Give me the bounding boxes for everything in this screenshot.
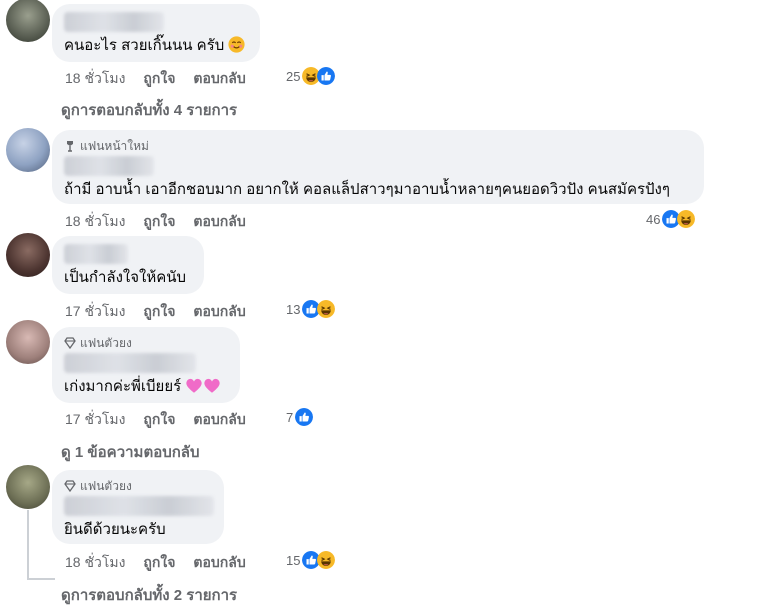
comment-actions: 18 ชั่วโมง ถูกใจ ตอบกลับ xyxy=(65,211,246,233)
pink-heart-emoji-icon xyxy=(186,378,203,393)
timestamp[interactable]: 18 ชั่วโมง xyxy=(65,211,125,233)
like-button[interactable]: ถูกใจ xyxy=(143,211,175,233)
reaction-summary[interactable]: 46 xyxy=(646,210,696,228)
comment-text: คนอะไร สวยเกิ๊นนน ครับ xyxy=(64,37,225,54)
comment-actions: 17 ชั่วโมง ถูกใจ ตอบกลับ xyxy=(65,409,246,431)
author-name-blurred[interactable] xyxy=(64,12,164,32)
pink-heart-emoji-icon xyxy=(204,378,221,393)
reaction-summary[interactable]: 15 xyxy=(286,551,336,569)
author-name-blurred[interactable] xyxy=(64,244,128,264)
fan-badge-label: แฟนตัวยง xyxy=(80,335,132,350)
view-replies-link[interactable]: ดูการตอบกลับทั้ง 2 รายการ xyxy=(61,583,237,607)
comment-bubble: แฟนตัวยง ยินดีด้วยนะครับ xyxy=(52,470,224,544)
like-button[interactable]: ถูกใจ xyxy=(143,68,175,90)
comment-text: ยินดีด้วยนะครับ xyxy=(64,521,166,538)
comment-actions: 18 ชั่วโมง ถูกใจ ตอบกลับ xyxy=(65,68,246,90)
reaction-summary[interactable]: 7 xyxy=(286,408,314,426)
haha-icon xyxy=(677,210,696,228)
haha-icon xyxy=(317,300,336,318)
smiling-face-emoji-icon xyxy=(228,36,245,53)
like-button[interactable]: ถูกใจ xyxy=(143,552,175,574)
reply-button[interactable]: ตอบกลับ xyxy=(193,409,245,431)
reaction-summary[interactable]: 13 xyxy=(286,300,336,318)
diamond-badge-icon xyxy=(64,480,76,492)
reaction-count: 25 xyxy=(286,68,301,84)
comment-bubble: คนอะไร สวยเกิ๊นนน ครับ xyxy=(52,4,260,62)
author-name-blurred[interactable] xyxy=(64,353,196,373)
reply-button[interactable]: ตอบกลับ xyxy=(193,301,245,323)
comment-bubble: แฟนหน้าใหม่ ถ้ามี อาบน้ำ เอาอีกชอบมาก อย… xyxy=(52,130,704,204)
fan-badge-label: แฟนตัวยง xyxy=(80,478,132,493)
like-button[interactable]: ถูกใจ xyxy=(143,409,175,431)
fan-badge-label: แฟนหน้าใหม่ xyxy=(80,138,149,153)
view-replies-link[interactable]: ดูการตอบกลับทั้ง 4 รายการ xyxy=(61,98,237,122)
reaction-summary[interactable]: 25 xyxy=(286,67,336,85)
timestamp[interactable]: 17 ชั่วโมง xyxy=(65,301,125,323)
comment-bubble: แฟนตัวยง เก่งมากค่ะพี่เบียยร์ xyxy=(52,327,240,403)
like-icon xyxy=(317,67,336,85)
diamond-badge-icon xyxy=(64,337,76,349)
reply-button[interactable]: ตอบกลับ xyxy=(193,552,245,574)
comment-text: เป็นกำลังใจให้คนับ xyxy=(64,269,187,286)
reaction-count: 46 xyxy=(646,211,661,227)
thread-line xyxy=(27,578,55,580)
comment-actions: 17 ชั่วโมง ถูกใจ ตอบกลับ xyxy=(65,301,246,323)
comment-text: ถ้ามี อาบน้ำ เอาอีกชอบมาก อยากให้ คอลแล็… xyxy=(64,181,670,198)
avatar[interactable] xyxy=(6,0,50,42)
timestamp[interactable]: 18 ชั่วโมง xyxy=(65,68,125,90)
avatar[interactable] xyxy=(6,233,50,277)
author-name-blurred[interactable] xyxy=(64,496,214,516)
reaction-count: 13 xyxy=(286,301,301,317)
avatar[interactable] xyxy=(6,128,50,172)
reaction-count: 7 xyxy=(286,409,294,425)
comment-text: เก่งมากค่ะพี่เบียยร์ xyxy=(64,378,182,395)
like-button[interactable]: ถูกใจ xyxy=(143,301,175,323)
view-replies-link[interactable]: ดู 1 ข้อความตอบกลับ xyxy=(61,440,200,464)
timestamp[interactable]: 17 ชั่วโมง xyxy=(65,409,125,431)
new-fan-badge-icon xyxy=(67,141,73,152)
reply-button[interactable]: ตอบกลับ xyxy=(193,211,245,233)
thread-line xyxy=(27,510,29,580)
comment-actions: 18 ชั่วโมง ถูกใจ ตอบกลับ xyxy=(65,552,246,574)
reply-button[interactable]: ตอบกลับ xyxy=(193,68,245,90)
haha-icon xyxy=(317,551,336,569)
author-name-blurred[interactable] xyxy=(64,156,154,176)
like-icon xyxy=(295,408,314,426)
comment-bubble: เป็นกำลังใจให้คนับ xyxy=(52,236,204,294)
timestamp[interactable]: 18 ชั่วโมง xyxy=(65,552,125,574)
avatar[interactable] xyxy=(6,320,50,364)
avatar[interactable] xyxy=(6,465,50,509)
reaction-count: 15 xyxy=(286,552,301,568)
